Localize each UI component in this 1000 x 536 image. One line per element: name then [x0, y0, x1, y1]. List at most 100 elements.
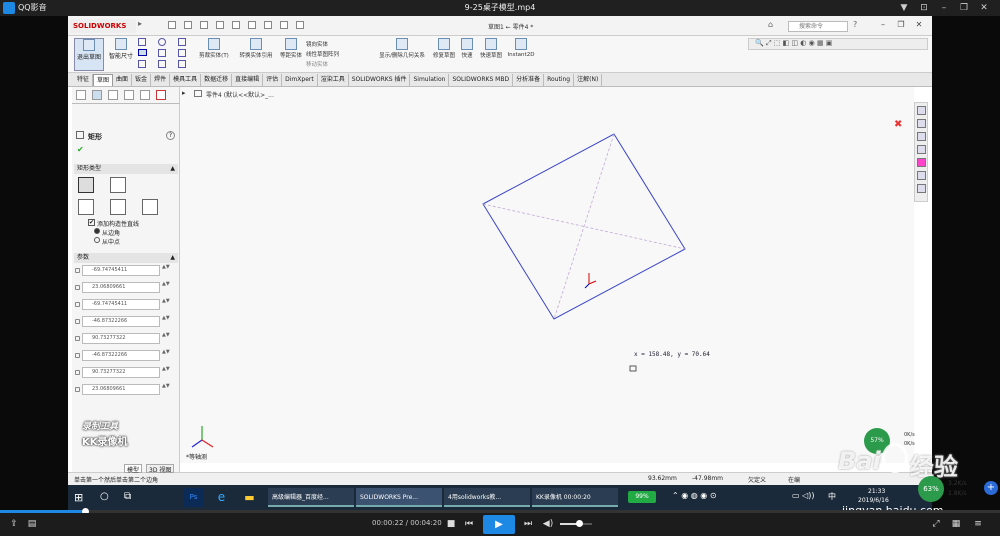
volume-icon[interactable]: ◀): [542, 518, 554, 531]
task-view-icon[interactable]: ⧉: [124, 491, 131, 502]
cm-tab[interactable]: SOLIDWORKS MBD: [449, 74, 514, 86]
cm-tab[interactable]: SOLIDWORKS 插件: [349, 74, 411, 86]
new-doc-icon[interactable]: [168, 21, 176, 29]
sw-minimize-icon[interactable]: –: [878, 20, 888, 30]
display-relations-button[interactable]: 显示/删除几何关系: [374, 38, 430, 59]
network-icon[interactable]: ▭ ◁)): [792, 491, 815, 500]
cm-tab[interactable]: Routing: [544, 74, 575, 86]
sw-close-icon[interactable]: ✕: [914, 20, 924, 30]
photoshop-icon[interactable]: Ps: [184, 488, 203, 507]
3point-center-rectangle-icon[interactable]: [110, 199, 126, 215]
sw-logo[interactable]: SOLIDWORKS: [70, 19, 136, 33]
sw-restore-icon[interactable]: ❐: [896, 20, 906, 30]
model-tab[interactable]: 模型: [124, 464, 143, 474]
instant2d-button[interactable]: Instant2D: [504, 38, 538, 58]
param-field[interactable]: -46.87322266: [82, 350, 160, 361]
appearances-tab-icon[interactable]: [917, 158, 926, 167]
trim-entities-button[interactable]: 剪裁实体(T): [196, 38, 232, 59]
3point-corner-rectangle-icon[interactable]: [78, 199, 94, 215]
cm-tab[interactable]: 数据迁移: [201, 74, 233, 86]
playlist-icon[interactable]: ▤: [26, 518, 38, 531]
rectangle-tool-icon[interactable]: [138, 49, 147, 56]
param-spinner-icon[interactable]: ▲▼: [162, 384, 170, 395]
file-explorer-tab-icon[interactable]: [917, 132, 926, 141]
ime-indicator[interactable]: 中: [828, 491, 836, 502]
settings-icon[interactable]: ≡: [972, 518, 984, 531]
param-field[interactable]: -69.74745411: [82, 299, 160, 310]
cm-tab[interactable]: Simulation: [410, 74, 450, 86]
rapid-sketch-button[interactable]: 快速草图: [480, 38, 502, 59]
add-construction-checkbox[interactable]: ✔: [88, 219, 95, 226]
share-icon[interactable]: ⇪: [8, 518, 20, 531]
sw-menu-arrow-icon[interactable]: ▸: [138, 19, 142, 28]
options-icon[interactable]: [296, 21, 304, 29]
cancel-sketch-icon[interactable]: ✖: [894, 119, 902, 130]
text-tool-icon[interactable]: [158, 60, 166, 68]
volume-slider[interactable]: [560, 520, 592, 527]
spline-tool-icon[interactable]: [178, 38, 186, 46]
pm-help-icon[interactable]: ?: [166, 131, 175, 140]
param-spinner-icon[interactable]: ▲▼: [162, 265, 170, 276]
slot-tool-icon[interactable]: [158, 49, 166, 57]
forum-tab-icon[interactable]: [917, 184, 926, 193]
line-tool-icon[interactable]: [138, 38, 146, 46]
cm-tab[interactable]: 特征: [74, 74, 94, 86]
sw-search-input[interactable]: 搜索命令: [788, 21, 848, 32]
view-palette-tab-icon[interactable]: [917, 145, 926, 154]
move-entities-button[interactable]: 移动实体: [306, 60, 328, 68]
from-corners-radio[interactable]: [94, 228, 100, 234]
parallelogram-icon[interactable]: [142, 199, 158, 215]
param-spinner-icon[interactable]: ▲▼: [162, 316, 170, 327]
feature-tree-tab-icon[interactable]: [76, 90, 86, 100]
file-props-icon[interactable]: [280, 21, 288, 29]
taskbar-item-kk[interactable]: KK录像机 00:00:20: [532, 488, 618, 507]
exit-sketch-button[interactable]: 退出草图: [74, 38, 104, 71]
video-frame[interactable]: SOLIDWORKS ▸ 草图1 ← 零件4 * ⌂ 搜索命令 ? – ❐ ✕ …: [68, 16, 932, 510]
resources-tab-icon[interactable]: [917, 106, 926, 115]
cm-tab[interactable]: 注解(N): [574, 74, 603, 86]
param-field[interactable]: -69.74745411: [82, 265, 160, 276]
cm-tab[interactable]: DimXpert: [282, 74, 318, 86]
player-close-icon[interactable]: ✕: [978, 2, 990, 14]
player-maximize-icon[interactable]: ❐: [958, 2, 970, 14]
graphics-area[interactable]: ▸ 零件4 (默认<<默认>_... x = 158.48, y = 70.64…: [180, 87, 914, 463]
appearance-tab-icon[interactable]: [156, 90, 166, 100]
from-midpoint-radio[interactable]: [94, 237, 100, 243]
save-icon[interactable]: [200, 21, 208, 29]
ie-icon[interactable]: e: [212, 488, 231, 507]
tray-icons[interactable]: ⌃ ◉ ◍ ◉ ⊙: [672, 491, 717, 500]
previous-icon[interactable]: ⏮: [463, 518, 475, 531]
cm-tab[interactable]: 钣金: [132, 74, 152, 86]
mirror-entities-button[interactable]: 镜向实体: [306, 40, 328, 48]
taskbar-item-solidworks[interactable]: SOLIDWORKS Pre...: [356, 488, 442, 507]
stop-icon[interactable]: ■: [445, 518, 457, 531]
param-spinner-icon[interactable]: ▲▼: [162, 350, 170, 361]
ok-checkmark-icon[interactable]: ✔: [77, 145, 84, 154]
design-library-tab-icon[interactable]: [917, 119, 926, 128]
help-icon[interactable]: ⌂: [768, 20, 773, 29]
circle-tool-icon[interactable]: [158, 38, 166, 46]
corner-rectangle-icon[interactable]: [78, 177, 94, 193]
print-icon[interactable]: [216, 21, 224, 29]
volume-knob[interactable]: [576, 520, 584, 527]
polygon-tool-icon[interactable]: [178, 49, 186, 57]
param-spinner-icon[interactable]: ▲▼: [162, 333, 170, 344]
rebuild-icon[interactable]: [264, 21, 272, 29]
cm-tab[interactable]: 焊件: [151, 74, 171, 86]
center-rectangle-icon[interactable]: [110, 177, 126, 193]
open-icon[interactable]: [184, 21, 192, 29]
param-field[interactable]: -46.87322266: [82, 316, 160, 327]
play-button[interactable]: ▶: [483, 515, 515, 534]
cm-tab[interactable]: 草图: [93, 74, 114, 86]
windows-start-icon[interactable]: ⊞: [74, 491, 83, 504]
taskbar-item-tutorial[interactable]: 4用solidworks教...: [444, 488, 530, 507]
dimxpert-tab-icon[interactable]: [124, 90, 134, 100]
cm-tab[interactable]: 直接编辑: [232, 74, 264, 86]
fullscreen-icon[interactable]: ⤢: [930, 518, 942, 531]
explorer-icon[interactable]: ▬: [240, 488, 259, 507]
smart-dimension-button[interactable]: 智能尺寸: [106, 38, 136, 60]
toolbox-icon[interactable]: ▦: [950, 518, 962, 531]
param-field[interactable]: 90.73277322: [82, 367, 160, 378]
player-menu-icon[interactable]: ▼: [898, 2, 910, 14]
config-manager-tab-icon[interactable]: [108, 90, 118, 100]
